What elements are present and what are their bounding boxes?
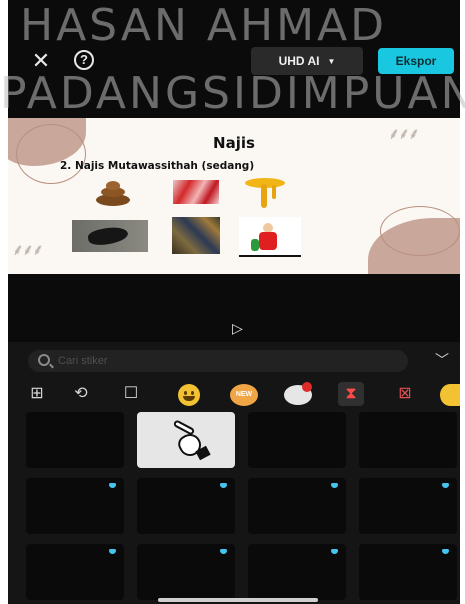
sticker-tile-selected[interactable]: [137, 412, 235, 468]
dripping-liquid-image: [241, 176, 289, 210]
sticker-search-bar[interactable]: [28, 350, 408, 372]
sticker-tile[interactable]: [137, 544, 235, 600]
sticker-panel: ﹀ ⊞ ⟲ ☐ NEW ⧗ ⊠: [8, 342, 460, 604]
sticker-tile[interactable]: [26, 478, 124, 534]
sticker-tile[interactable]: [359, 478, 457, 534]
emoji-category-icon[interactable]: [178, 384, 200, 406]
premium-diamond-icon: [109, 549, 116, 554]
sticker-category-bar: ⊞ ⟲ ☐ NEW ⧗ ⊠: [8, 376, 460, 412]
sticker-tile[interactable]: [248, 412, 346, 468]
sticker-tile[interactable]: [26, 544, 124, 600]
pointing-hand-icon: [171, 419, 211, 462]
home-indicator: [158, 598, 318, 602]
sticker-tile[interactable]: [248, 544, 346, 600]
poop-image: [90, 180, 136, 208]
sticker-tile[interactable]: [137, 478, 235, 534]
top-bar: ✕ ? UHD AI ▼ Ekspor: [8, 0, 460, 118]
vomiting-person-image: [239, 217, 301, 257]
export-button[interactable]: Ekspor: [378, 48, 454, 74]
garbage-image: [172, 217, 220, 254]
sticker-grid: [26, 412, 460, 604]
quality-label: UHD AI: [278, 54, 320, 68]
quality-dropdown[interactable]: UHD AI ▼: [251, 47, 363, 75]
play-icon[interactable]: ▷: [232, 321, 246, 335]
add-sticker-icon[interactable]: ⊞: [24, 382, 50, 406]
dead-bird-image: [72, 220, 148, 252]
premium-diamond-icon: [220, 483, 227, 488]
trending-category-icon[interactable]: ⧗: [338, 382, 364, 406]
chat-bubble-category-icon[interactable]: [284, 382, 312, 405]
premium-diamond-icon: [109, 483, 116, 488]
sticker-tile[interactable]: [248, 478, 346, 534]
slide-subtitle: 2. Najis Mutawassithah (sedang): [60, 160, 255, 172]
premium-diamond-icon: [442, 549, 449, 554]
blood-image: [173, 180, 219, 204]
premium-diamond-icon: [442, 483, 449, 488]
face-category-icon[interactable]: [440, 384, 460, 406]
ai-sticker-icon[interactable]: ⟲: [68, 382, 94, 406]
premium-diamond-icon: [331, 483, 338, 488]
collapse-chevron-icon[interactable]: ﹀: [432, 352, 452, 368]
decor-ring: [380, 206, 460, 256]
sticker-tile[interactable]: [359, 544, 457, 600]
editor-screen: ✕ ? UHD AI ▼ Ekspor ⸙⸙⸙ ⸙⸙⸙ Najis 2. Naji…: [8, 0, 460, 604]
search-icon: [38, 354, 50, 366]
premium-diamond-icon: [220, 549, 227, 554]
new-category-icon[interactable]: NEW: [230, 384, 258, 406]
slide-title: Najis: [213, 134, 255, 152]
sticker-tile[interactable]: [359, 412, 457, 468]
sticker-search-input[interactable]: [58, 350, 398, 372]
premium-diamond-icon: [331, 549, 338, 554]
sticker-tile[interactable]: [26, 412, 124, 468]
help-icon[interactable]: ?: [74, 50, 94, 70]
decor-ring: [16, 124, 86, 184]
bookmark-icon[interactable]: ☐: [118, 382, 144, 406]
chevron-down-icon: ▼: [327, 56, 336, 66]
close-icon[interactable]: ✕: [30, 50, 52, 72]
leaf-decor-icon: ⸙⸙⸙: [12, 242, 44, 259]
red-box-category-icon[interactable]: ⊠: [392, 382, 418, 406]
video-preview-slide[interactable]: ⸙⸙⸙ ⸙⸙⸙ Najis 2. Najis Mutawassithah (se…: [8, 118, 460, 274]
